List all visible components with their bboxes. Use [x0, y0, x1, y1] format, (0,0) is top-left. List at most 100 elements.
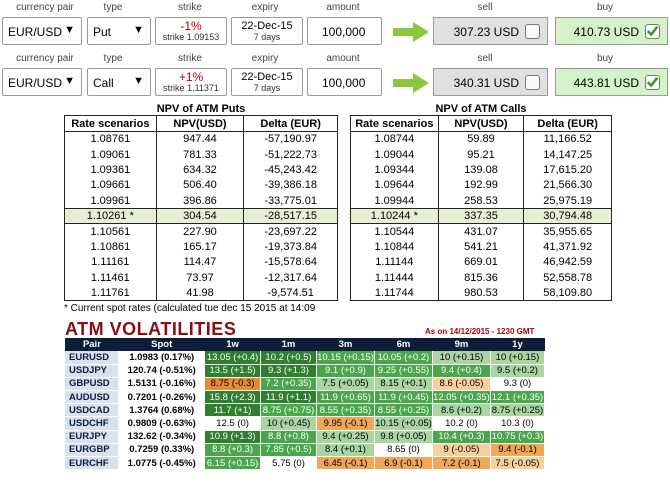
volatility-cell: 12.1 (+0.35) — [490, 390, 546, 405]
calls-npv-table: Rate scenarios NPV(USD) Delta (EUR) 1.08… — [350, 115, 612, 302]
volatility-cell: 7.5 (+0.05) — [316, 377, 375, 392]
sell-quote-button[interactable]: 307.23 USD — [433, 17, 548, 45]
header-sell: sell — [477, 53, 493, 64]
header-currency-pair: currency pair — [16, 2, 74, 13]
volatility-cell: 10.15 (+0.15) — [316, 351, 375, 365]
table-row: 1.09961 396.86 -33,775.01 — [64, 193, 338, 209]
volatility-cell: 11.9 (+0.45) — [374, 390, 433, 405]
npv-cell: 165.17 — [155, 239, 245, 255]
right-arrow-icon — [393, 22, 429, 42]
volatility-cell: 10.15 (+0.05) — [374, 416, 433, 431]
strike-field[interactable]: +1% strike 1.11371 — [155, 68, 227, 96]
npv-cell: 73.97 — [155, 270, 245, 286]
table-row: 1.10844 541.21 41,371.92 — [350, 239, 612, 255]
option-type-select[interactable]: Call ▼ — [87, 68, 151, 96]
volatility-cell: 9.3 (0) — [490, 377, 546, 392]
npv-cell: 258.53 — [437, 193, 525, 209]
volatility-cell: 10 (+0.15) — [490, 351, 546, 365]
npv-cell: 139.08 — [437, 162, 525, 178]
expiry-field[interactable]: 22-Dec-15 7 days — [231, 17, 303, 45]
delta-cell: 41,371.92 — [523, 239, 612, 255]
triangle-down-icon: ▼ — [64, 24, 75, 36]
pair-cell: GBPUSD — [65, 377, 120, 392]
delta-cell: -12,317.64 — [243, 270, 338, 286]
rate-scenario-cell: 1.10861 — [64, 239, 157, 255]
calls-table-title: NPV of ATM Calls — [435, 103, 527, 115]
pair-cell: USDCHF — [65, 416, 120, 431]
pair-cell: EURUSD — [65, 351, 120, 365]
volatilities-as-of: As on 14/12/2015 - 1230 GMT — [425, 327, 535, 336]
volatility-cell: 6.45 (-0.1) — [316, 456, 375, 471]
volatility-cell: 12.05 (+0.35) — [432, 390, 491, 405]
sell-checkbox[interactable] — [525, 75, 540, 90]
table-row: 1.11444 815.36 52,558.78 — [350, 270, 612, 286]
header-expiry: expiry — [251, 2, 279, 13]
rate-scenario-cell: 1.09961 — [64, 193, 157, 209]
delta-cell: -28,517.15 — [243, 207, 338, 225]
npv-cell: 506.40 — [155, 177, 245, 194]
volatility-cell: 8.8 (+0.8) — [260, 430, 317, 444]
rate-scenario-cell: 1.08761 — [64, 131, 157, 147]
buy-quote-button[interactable]: 410.73 USD — [555, 17, 668, 45]
buy-checkbox[interactable] — [645, 75, 660, 90]
table-row: USDCHF 0.9809 (-0.63%) 12.5 (0) 10 (+0.45) 9… — [65, 416, 546, 431]
spot-rate-footnote: * Current spot rates (calculated tue dec… — [64, 303, 316, 314]
npv-cell: 980.53 — [437, 285, 525, 302]
option-type-value: Put — [93, 25, 112, 39]
amount-input[interactable]: 100,000 — [307, 68, 382, 96]
pair-cell: EURJPY — [65, 430, 120, 444]
rate-scenario-cell: 1.09344 — [350, 162, 439, 178]
npv-cell: 431.07 — [437, 223, 525, 240]
table-header-row: Rate scenarios NPV(USD) Delta (EUR) — [350, 115, 612, 132]
sell-quote-button[interactable]: 340.31 USD — [433, 68, 548, 96]
table-row: 1.09661 506.40 -39,386.18 — [64, 177, 338, 194]
volatility-cell: 15.8 (+2.3) — [204, 390, 262, 405]
column-header: Delta (EUR) — [243, 115, 338, 132]
table-row: GBPUSD 1.5131 (-0.16%) 8.75 (-0.3) 7.2 (+0.… — [65, 377, 546, 392]
strike-percent: +1% — [178, 70, 204, 84]
table-row: 1.11461 73.97 -12,317.64 — [64, 270, 338, 286]
spot-cell: 1.0775 (-0.45%) — [118, 456, 206, 471]
amount-input[interactable]: 100,000 — [307, 17, 382, 45]
buy-quote-button[interactable]: 443.81 USD — [555, 68, 668, 96]
currency-pair-select[interactable]: EUR/USD ▼ — [2, 68, 82, 96]
delta-cell: -45,243.42 — [243, 162, 338, 178]
table-row: USDCAD 1.3764 (0.68%) 11.7 (+1) 8.75 (+0.75… — [65, 403, 546, 418]
table-row: 1.10544 431.07 35,955.65 — [350, 223, 612, 240]
volatility-cell: 8.55 (+0.35) — [316, 403, 375, 418]
expiry-date: 22-Dec-15 — [241, 20, 293, 32]
volatility-cell: 8.6 (+0.2) — [432, 403, 491, 418]
column-header: NPV(USD) — [437, 115, 525, 132]
rate-scenario-cell: 1.11161 — [64, 254, 157, 271]
pair-cell: USDJPY — [65, 364, 120, 378]
table-row: EURCHF 1.0775 (-0.45%) 6.15 (+0.15) 5.75 (0… — [65, 456, 546, 471]
currency-pair-select[interactable]: EUR/USD ▼ — [2, 17, 82, 45]
volatility-cell: 8.15 (+0.1) — [374, 377, 433, 392]
volatility-cell: 8.55 (+0.25) — [374, 403, 433, 418]
triangle-down-icon: ▼ — [133, 24, 144, 36]
volatility-cell: 8.75 (+0.25) — [490, 403, 546, 418]
table-row: 1.10261 * 304.54 -28,517.15 — [64, 207, 338, 225]
rate-scenario-cell: 1.10261 * — [64, 207, 157, 225]
column-header: 1y — [490, 338, 545, 351]
buy-checkbox[interactable] — [645, 24, 660, 39]
rate-scenario-cell: 1.10561 — [64, 223, 157, 240]
option-row-call: EUR/USD ▼ Call ▼ +1% strike 1.11371 22-D… — [0, 68, 670, 96]
table-row: 1.09344 139.08 17,615.20 — [350, 162, 612, 178]
header-buy: buy — [596, 53, 614, 64]
spot-cell: 1.0983 (0.17%) — [118, 351, 206, 365]
expiry-field[interactable]: 22-Dec-15 7 days — [231, 68, 303, 96]
table-row: 1.10244 * 337.35 30,794.48 — [350, 207, 612, 225]
strike-field[interactable]: -1% strike 1.09153 — [155, 17, 227, 45]
npv-cell: 815.36 — [437, 270, 525, 286]
option-type-select[interactable]: Put ▼ — [87, 17, 151, 45]
npv-cell: 41.98 — [155, 285, 245, 302]
npv-cell: 114.47 — [155, 254, 245, 271]
expiry-date: 22-Dec-15 — [241, 71, 293, 83]
sell-checkbox[interactable] — [525, 24, 540, 39]
table-row: USDJPY 120.74 (-0.51%) 13.5 (+1.5) 9.3 (+1.… — [65, 364, 546, 378]
rate-scenario-cell: 1.09661 — [64, 177, 157, 194]
column-header: 1w — [204, 338, 261, 351]
column-header: Pair — [65, 338, 119, 351]
rate-scenario-cell: 1.08744 — [350, 131, 439, 147]
